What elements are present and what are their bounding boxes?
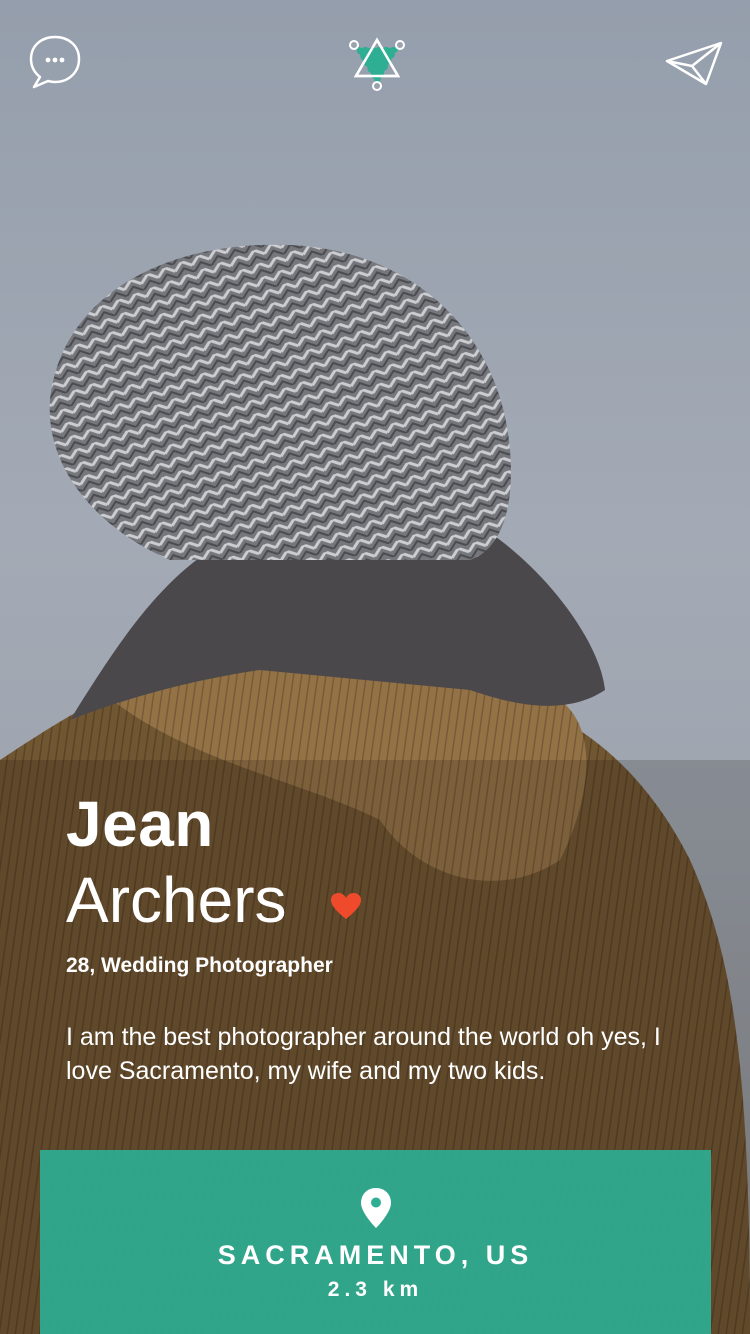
profile-bio: I am the best photographer around the wo… [66, 1023, 661, 1085]
location-city: SACRAMENTO, US [217, 1240, 534, 1270]
profile-last-name: Archers [66, 864, 287, 936]
person-photo-illustration [0, 244, 750, 1334]
star-logo-icon[interactable] [346, 32, 408, 92]
profile-photo [0, 0, 750, 1334]
location-card[interactable]: SACRAMENTO, US 2.3 km [40, 1150, 711, 1334]
map-pin-icon [359, 1187, 393, 1229]
chat-bubble-icon[interactable] [28, 34, 82, 90]
heart-icon[interactable] [330, 892, 362, 920]
paper-plane-icon[interactable] [664, 40, 724, 88]
profile-subtitle: 28, Wedding Photographer [66, 954, 333, 977]
location-distance: 2.3 km [327, 1278, 424, 1301]
profile-first-name: Jean [66, 788, 214, 860]
